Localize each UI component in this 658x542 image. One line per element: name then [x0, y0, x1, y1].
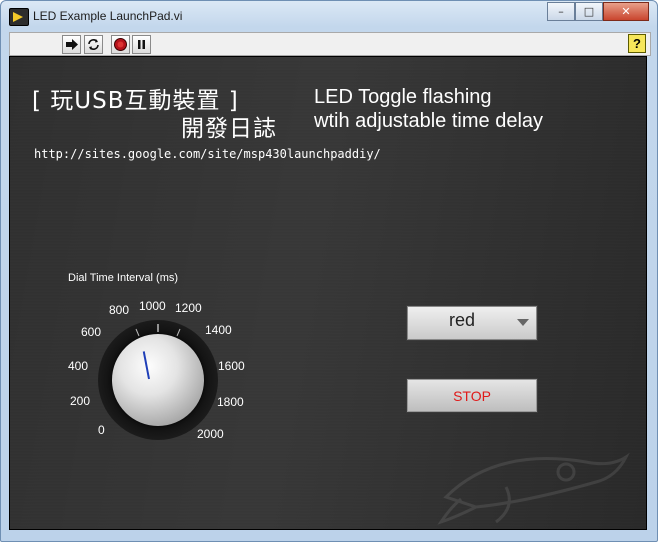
- dial-knob[interactable]: [112, 334, 204, 426]
- dial-tick-1600: 1600: [218, 359, 245, 373]
- dial-tick-1200: 1200: [175, 301, 202, 315]
- vi-toolbar: ?: [9, 32, 651, 56]
- dial-time-interval[interactable]: [98, 320, 218, 440]
- title-bar[interactable]: LED Example LaunchPad.vi – □ ✕: [1, 1, 657, 31]
- description: LED Toggle flashing wtih adjustable time…: [314, 85, 543, 133]
- rocket-watermark-icon: [437, 452, 630, 525]
- front-panel: [ 玩USB互動裝置 ] 開發日誌 LED Toggle flashing wt…: [9, 56, 647, 530]
- led-color-ring[interactable]: red: [406, 305, 538, 341]
- pause-icon[interactable]: [132, 35, 151, 54]
- window-controls: – □ ✕: [547, 2, 649, 21]
- dial-tick-800: 800: [109, 303, 130, 317]
- site-url: http://sites.google.com/site/msp430launc…: [34, 147, 381, 161]
- window-title: LED Example LaunchPad.vi: [33, 9, 183, 23]
- dial-tick-400: 400: [68, 359, 89, 373]
- help-icon[interactable]: ?: [628, 34, 646, 53]
- run-continuously-icon[interactable]: [84, 35, 103, 54]
- dropdown-arrow-icon: [517, 319, 529, 326]
- description-line2: wtih adjustable time delay: [314, 110, 544, 132]
- abort-icon[interactable]: [111, 35, 130, 54]
- led-color-value: red: [448, 310, 475, 330]
- dial-label: Dial Time Interval (ms): [68, 272, 179, 284]
- minimize-button[interactable]: –: [547, 2, 575, 21]
- dial-needle: [142, 351, 150, 380]
- dial-tick-1000: 1000: [139, 299, 166, 313]
- run-arrow-icon[interactable]: [62, 35, 81, 54]
- close-button[interactable]: ✕: [603, 2, 649, 21]
- description-line1: LED Toggle flashing: [314, 86, 492, 108]
- labview-window: LED Example LaunchPad.vi – □ ✕ ? [ 玩USB互…: [0, 0, 658, 542]
- maximize-button[interactable]: □: [575, 2, 603, 21]
- labview-vi-icon: [9, 8, 29, 26]
- dial-tick-200: 200: [70, 394, 91, 408]
- title-chinese-line2: 開發日誌: [181, 116, 277, 142]
- dial-tick-1800: 1800: [217, 395, 244, 409]
- stop-button[interactable]: STOP: [406, 378, 538, 413]
